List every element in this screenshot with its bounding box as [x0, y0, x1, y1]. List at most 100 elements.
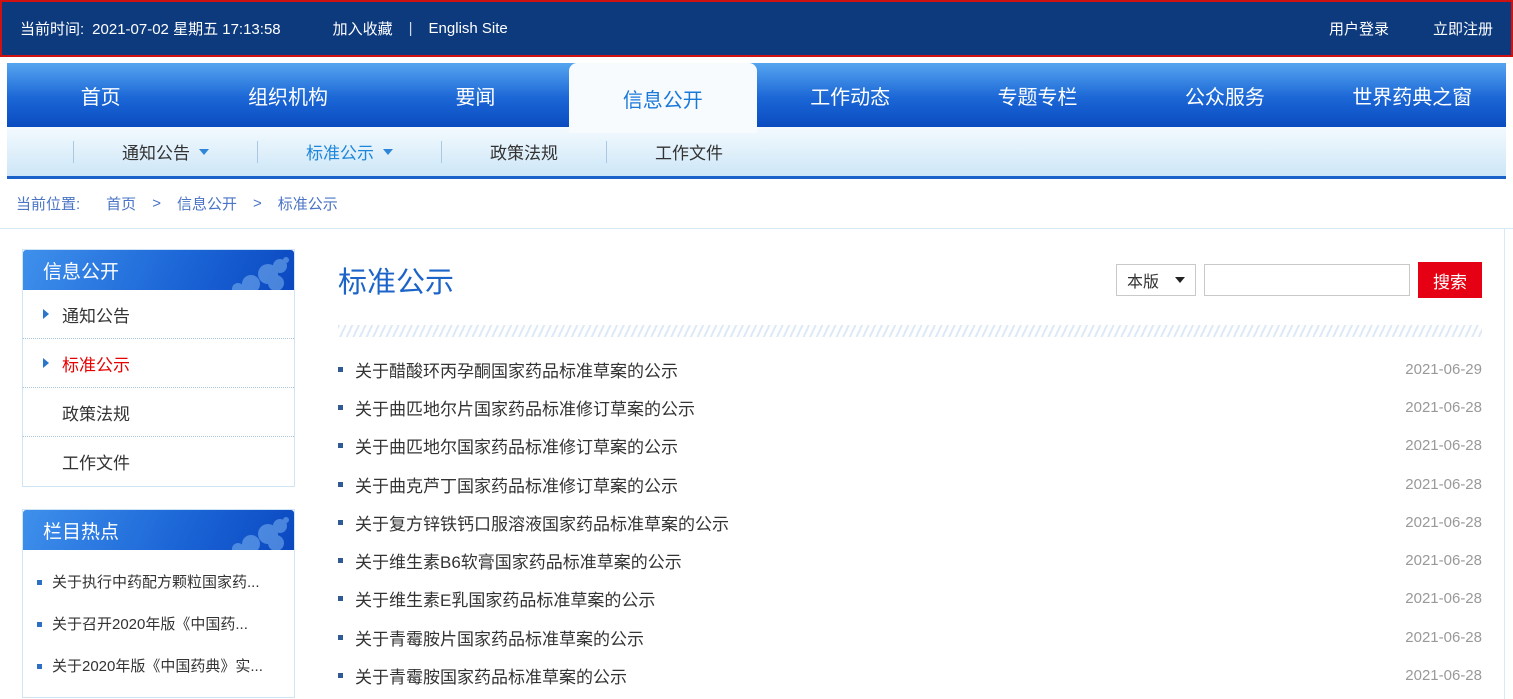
announcement-date: 2021-06-28: [1405, 667, 1482, 684]
hot-item-label: 关于2020年版《中国药典》实...: [52, 656, 263, 678]
announcement-link[interactable]: 关于青霉胺片国家药品标准草案的公示: [355, 625, 1405, 650]
announcement-link[interactable]: 关于复方锌铁钙口服溶液国家药品标准草案的公示: [355, 510, 1405, 535]
list-item: 关于青霉胺片国家药品标准草案的公示 2021-06-28: [338, 618, 1482, 656]
sidebar-item-notices[interactable]: 通知公告: [23, 290, 294, 339]
nav-item-work-updates[interactable]: 工作动态: [757, 63, 944, 127]
list-item: 关于青霉胺国家药品标准草案的公示 2021-06-28: [338, 656, 1482, 694]
list-item: 关于曲匹地尔片国家药品标准修订草案的公示 2021-06-28: [338, 388, 1482, 426]
hot-item-label: 关于执行中药配方颗粒国家药...: [52, 572, 260, 594]
arrow-right-icon: [43, 309, 49, 319]
sidebar-panel-header: 栏目热点: [23, 510, 294, 550]
list-item: 关于维生素B6软膏国家药品标准草案的公示 2021-06-28: [338, 541, 1482, 579]
subnav-item-work-documents[interactable]: 工作文件: [607, 127, 771, 176]
bullet-icon: [37, 664, 42, 669]
hot-list: 关于执行中药配方颗粒国家药... 关于召开2020年版《中国药... 关于202…: [23, 550, 294, 697]
announcement-date: 2021-06-28: [1405, 514, 1482, 531]
subnav-item-label: 政策法规: [490, 139, 558, 164]
breadcrumb-info-disclosure[interactable]: 信息公开: [177, 193, 237, 214]
nav-item-public-service[interactable]: 公众服务: [1131, 63, 1318, 127]
subnav-item-label: 通知公告: [122, 139, 190, 164]
subnav-item-notices[interactable]: 通知公告: [74, 127, 257, 176]
bullet-icon: [338, 443, 343, 448]
breadcrumb-label: 当前位置:: [16, 193, 80, 214]
bullet-icon: [338, 520, 343, 525]
bullet-icon: [338, 558, 343, 563]
sidebar: 信息公开 通知公告 标准公示 政策法规: [22, 249, 295, 699]
announcement-link[interactable]: 关于曲匹地尔国家药品标准修订草案的公示: [355, 433, 1405, 458]
nav-item-world-pharmacopoeia[interactable]: 世界药典之窗: [1319, 63, 1506, 127]
nav-item-organization[interactable]: 组织机构: [194, 63, 381, 127]
page-title: 标准公示: [338, 259, 454, 301]
bullet-icon: [37, 622, 42, 627]
sidebar-item-policies[interactable]: 政策法规: [23, 388, 294, 437]
chevron-down-icon: [383, 149, 393, 155]
sidebar-item-label: 政策法规: [62, 400, 130, 425]
breadcrumb-home[interactable]: 首页: [106, 193, 136, 214]
list-item: 关于醋酸环丙孕酮国家药品标准草案的公示 2021-06-29: [338, 350, 1482, 388]
cloud-decoration-icon: [218, 516, 290, 550]
breadcrumb: 当前位置: 首页 > 信息公开 > 标准公示: [0, 179, 1513, 229]
breadcrumb-standards[interactable]: 标准公示: [278, 193, 338, 214]
main-column: 标准公示 本版 搜索 关于醋酸环丙孕酮国家药品标准草案的公示 2021-06-2…: [295, 249, 1504, 699]
sidebar-item-label: 工作文件: [62, 449, 130, 474]
bullet-icon: [338, 635, 343, 640]
bullet-icon: [338, 367, 343, 372]
announcement-link[interactable]: 关于曲克芦丁国家药品标准修订草案的公示: [355, 472, 1405, 497]
bullet-icon: [338, 673, 343, 678]
sidebar-panel-info-disclosure: 信息公开 通知公告 标准公示 政策法规: [22, 249, 295, 487]
announcement-link[interactable]: 关于青霉胺国家药品标准草案的公示: [355, 663, 1405, 688]
hot-item-label: 关于召开2020年版《中国药...: [52, 614, 248, 636]
announcement-link[interactable]: 关于曲匹地尔片国家药品标准修订草案的公示: [355, 395, 1405, 420]
bullet-icon: [37, 580, 42, 585]
subnav-item-standards[interactable]: 标准公示: [258, 127, 441, 176]
hot-list-item[interactable]: 关于执行中药配方颗粒国家药...: [37, 562, 280, 604]
main-nav: 首页 组织机构 要闻 信息公开 工作动态 专题专栏 公众服务 世界药典之窗: [7, 63, 1506, 127]
sidebar-panel-title: 信息公开: [43, 257, 119, 284]
announcement-link[interactable]: 关于维生素B6软膏国家药品标准草案的公示: [355, 548, 1405, 573]
bullet-icon: [338, 482, 343, 487]
search-button[interactable]: 搜索: [1418, 262, 1482, 298]
hot-list-item[interactable]: 关于召开2020年版《中国药...: [37, 604, 280, 646]
sub-nav: 通知公告 标准公示 政策法规 工作文件: [7, 127, 1506, 179]
search-category-value: 本版: [1127, 268, 1159, 292]
announcement-link[interactable]: 关于醋酸环丙孕酮国家药品标准草案的公示: [355, 357, 1405, 382]
announcement-date: 2021-06-28: [1405, 437, 1482, 454]
breadcrumb-separator: >: [152, 195, 161, 212]
user-login-link[interactable]: 用户登录: [1329, 18, 1389, 39]
sidebar-item-label: 通知公告: [62, 302, 130, 327]
list-item: 关于复方锌铁钙口服溶液国家药品标准草案的公示 2021-06-28: [338, 503, 1482, 541]
bullet-icon: [338, 405, 343, 410]
sidebar-item-work-documents[interactable]: 工作文件: [23, 437, 294, 486]
register-link[interactable]: 立即注册: [1433, 18, 1493, 39]
nav-item-info-disclosure[interactable]: 信息公开: [569, 63, 756, 133]
cloud-decoration-icon: [218, 256, 290, 290]
chevron-down-icon: [1175, 277, 1185, 283]
search-input[interactable]: [1204, 264, 1410, 296]
sidebar-item-standards[interactable]: 标准公示: [23, 339, 294, 388]
current-time-label: 当前时间:: [20, 18, 84, 39]
breadcrumb-separator: >: [253, 195, 262, 212]
subnav-item-label: 工作文件: [655, 139, 723, 164]
subnav-item-policies[interactable]: 政策法规: [442, 127, 606, 176]
chevron-down-icon: [199, 149, 209, 155]
announcement-date: 2021-06-28: [1405, 552, 1482, 569]
search-category-select[interactable]: 本版: [1116, 264, 1196, 296]
sidebar-panel-header: 信息公开: [23, 250, 294, 290]
subnav-item-label: 标准公示: [306, 139, 374, 164]
list-item: 关于曲匹地尔国家药品标准修订草案的公示 2021-06-28: [338, 427, 1482, 465]
announcement-date: 2021-06-28: [1405, 590, 1482, 607]
nav-item-news[interactable]: 要闻: [382, 63, 569, 127]
announcement-list: 关于醋酸环丙孕酮国家药品标准草案的公示 2021-06-29 关于曲匹地尔片国家…: [338, 350, 1482, 695]
nav-item-home[interactable]: 首页: [7, 63, 194, 127]
list-item: 关于维生素E乳国家药品标准草案的公示 2021-06-28: [338, 580, 1482, 618]
hatched-divider: [338, 325, 1482, 337]
english-site-link[interactable]: English Site: [429, 20, 508, 37]
list-item: 关于曲克芦丁国家药品标准修订草案的公示 2021-06-28: [338, 465, 1482, 503]
arrow-right-icon: [43, 358, 49, 368]
nav-item-special-topics[interactable]: 专题专栏: [944, 63, 1131, 127]
add-favorite-link[interactable]: 加入收藏: [333, 18, 393, 39]
search-bar: 本版 搜索: [1116, 262, 1482, 298]
top-utility-bar: 当前时间: 2021-07-02 星期五 17:13:58 加入收藏 | Eng…: [0, 0, 1513, 57]
announcement-link[interactable]: 关于维生素E乳国家药品标准草案的公示: [355, 586, 1405, 611]
hot-list-item[interactable]: 关于2020年版《中国药典》实...: [37, 646, 280, 688]
